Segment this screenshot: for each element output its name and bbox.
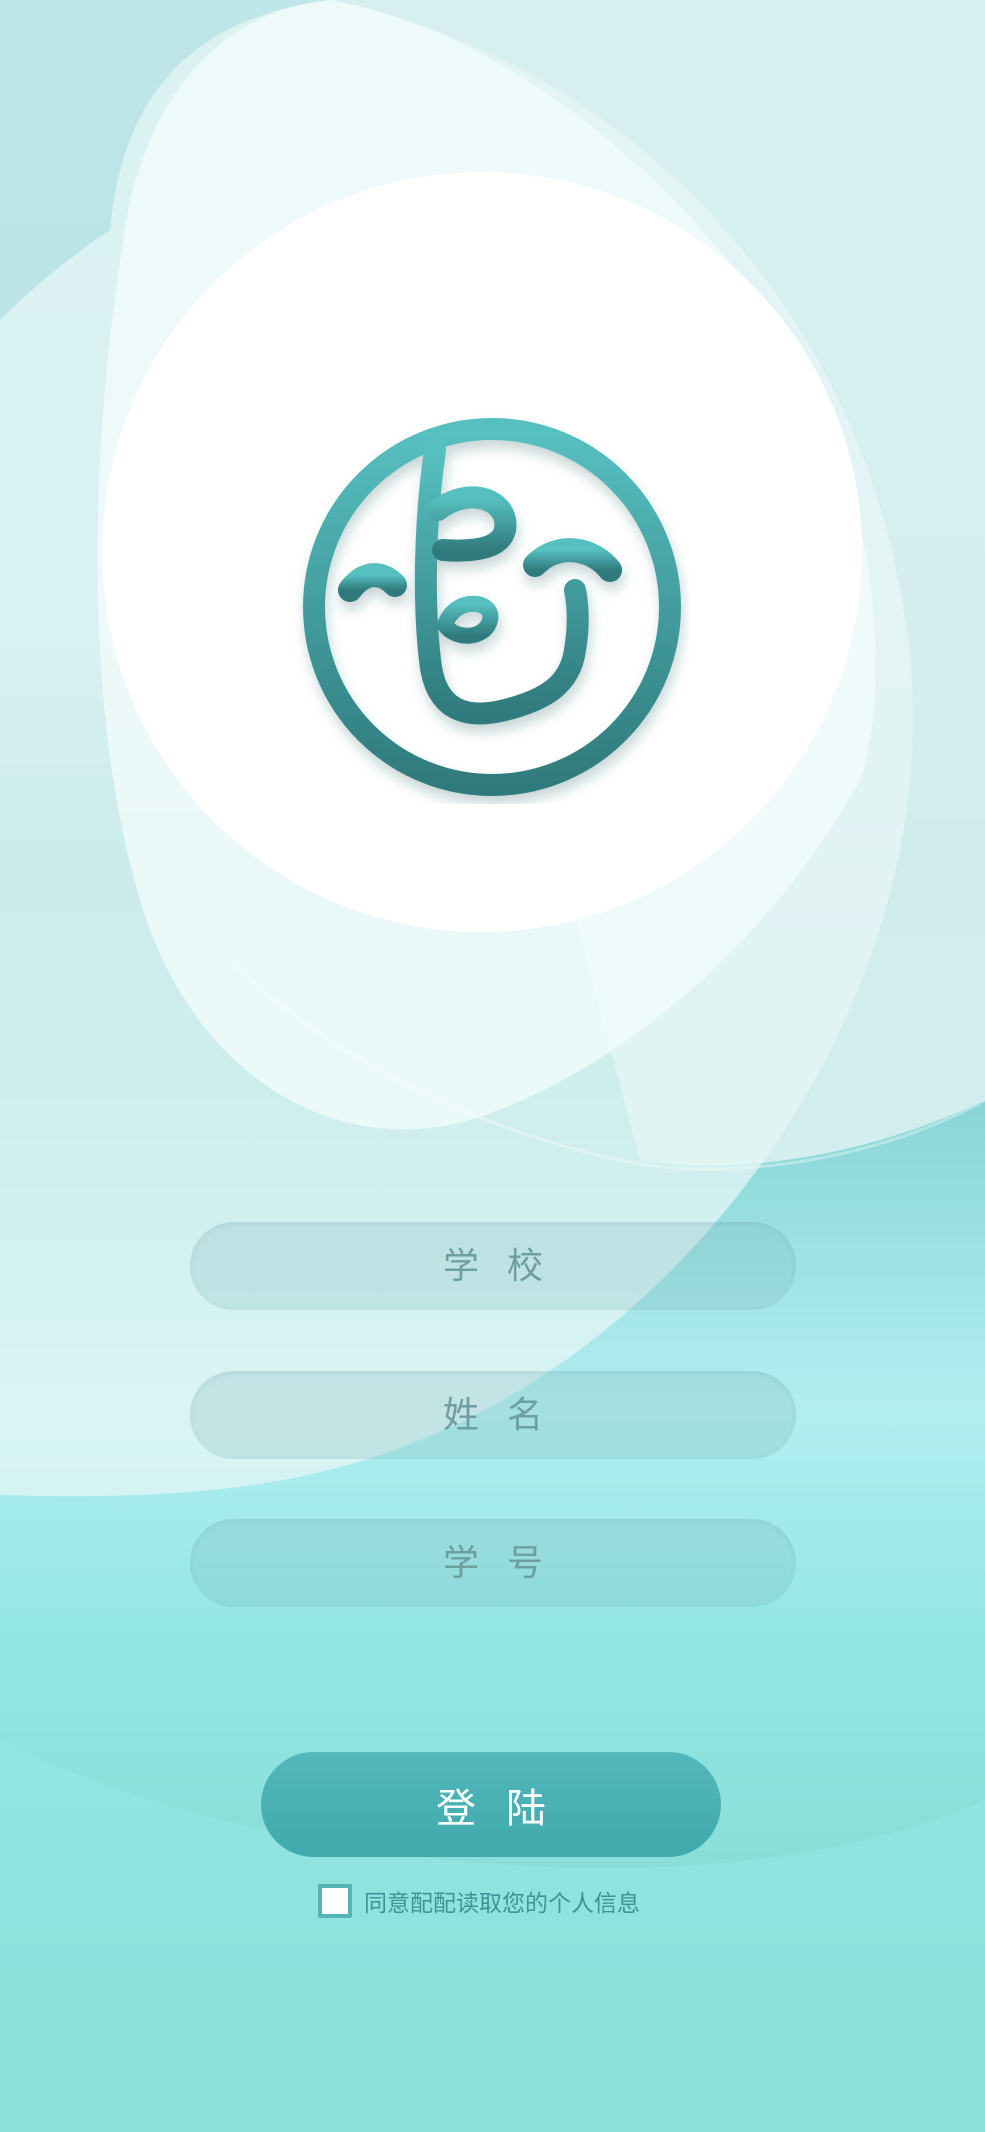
student-id-input[interactable] (190, 1518, 796, 1608)
school-field[interactable] (190, 1221, 796, 1311)
app-logo-icon (303, 418, 681, 796)
login-button[interactable]: 登陆 (261, 1752, 721, 1857)
school-input[interactable] (190, 1221, 796, 1311)
privacy-agreement: 同意配配读取您的个人信息 (318, 1884, 640, 1918)
name-input[interactable] (190, 1370, 796, 1460)
student-id-field[interactable] (190, 1518, 796, 1608)
agreement-checkbox[interactable] (318, 1884, 352, 1918)
agreement-text: 同意配配读取您的个人信息 (364, 1891, 640, 1917)
login-screen: 登陆 同意配配读取您的个人信息 (0, 0, 985, 2132)
name-field[interactable] (190, 1370, 796, 1460)
